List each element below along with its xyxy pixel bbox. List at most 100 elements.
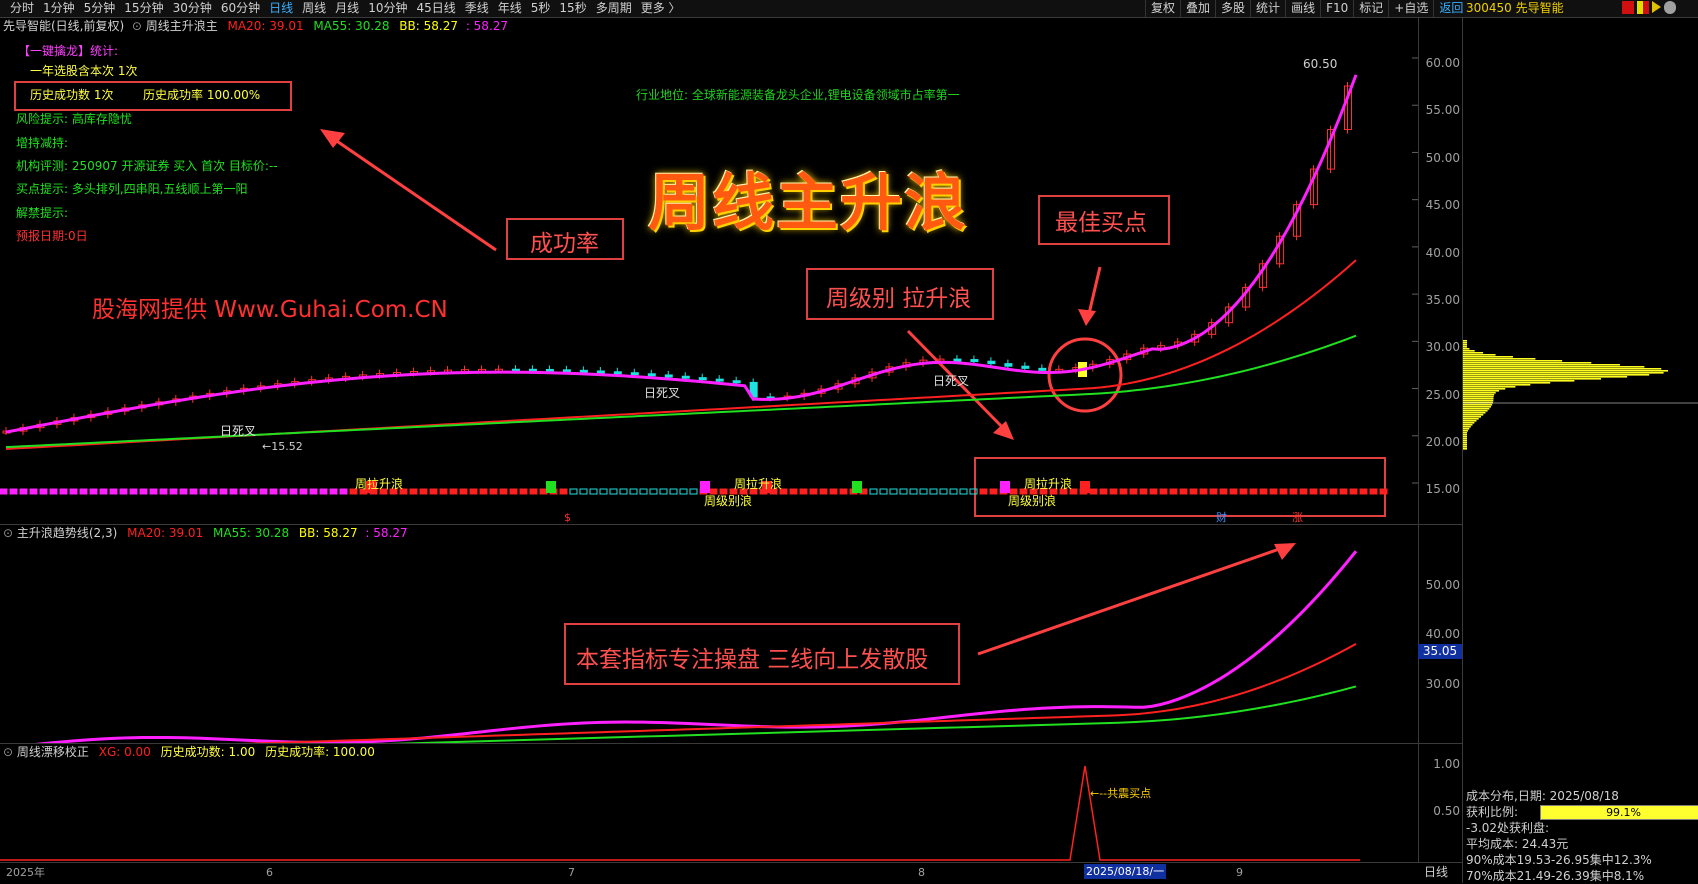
wave-dash <box>949 488 958 495</box>
period-tab[interactable]: 1分钟 <box>39 0 80 17</box>
period-tab[interactable]: 季线 <box>461 0 494 17</box>
collapse-icon[interactable]: ⊙ <box>128 19 146 33</box>
cost-bar <box>1463 386 1516 388</box>
period-tab[interactable]: 30分钟 <box>169 0 217 17</box>
candle <box>715 378 724 382</box>
wave-dash <box>259 488 268 495</box>
candle <box>698 377 707 381</box>
cost-bar <box>1463 432 1467 434</box>
cost-bar <box>1463 404 1493 406</box>
settings-icon[interactable] <box>1664 1 1676 14</box>
wave-dash <box>0 488 8 495</box>
collapse-icon[interactable]: ⊙ <box>3 526 17 540</box>
period-tab[interactable]: 更多 〉 <box>637 0 686 17</box>
flag-icon[interactable] <box>1637 1 1649 14</box>
wave-dash <box>209 488 218 495</box>
main-bb2: : 58.27 <box>465 19 509 33</box>
period-tab[interactable]: 月线 <box>331 0 364 17</box>
cost-bar <box>1463 378 1602 380</box>
wave-dash <box>1139 488 1148 495</box>
x-period[interactable]: 日线 <box>1424 865 1448 880</box>
candle <box>1021 365 1030 369</box>
period-tab[interactable]: 45日线 <box>412 0 460 17</box>
stock-code[interactable]: 300450 先导智能 <box>1466 0 1564 16</box>
period-tab[interactable]: 日线 <box>265 0 298 17</box>
wave-dash <box>1099 488 1108 495</box>
toolbar-button[interactable]: +自选 <box>1388 0 1433 17</box>
cost-bar <box>1463 446 1467 448</box>
toolbar-button[interactable]: 叠加 <box>1180 0 1215 17</box>
toolbar-button[interactable]: 返回 <box>1433 0 1468 17</box>
wave-dash <box>119 488 128 495</box>
period-tab[interactable]: 分时 <box>6 0 39 17</box>
wave-dash <box>679 488 688 495</box>
period-tab[interactable]: 10分钟 <box>364 0 412 17</box>
period-tab[interactable]: 年线 <box>494 0 527 17</box>
wave-dash <box>1339 488 1348 495</box>
signal-label: ←--共震买点 <box>1090 787 1152 800</box>
wave-dash <box>409 488 418 495</box>
wave-dash <box>649 488 658 495</box>
profit-value: 99.1% <box>1606 805 1642 819</box>
period-tab[interactable]: 15秒 <box>555 0 591 17</box>
main-y-tick: 20.00 <box>1425 435 1460 449</box>
toolbar-button[interactable]: 统计 <box>1250 0 1285 17</box>
cost-bar <box>1463 352 1484 354</box>
period-tab[interactable]: 5分钟 <box>80 0 121 17</box>
period-tab[interactable]: 15分钟 <box>120 0 168 17</box>
candle <box>647 373 656 377</box>
wave-dash <box>459 488 468 495</box>
mid-y-tick: 40.00 <box>1425 627 1460 641</box>
cost-bar <box>1463 394 1495 396</box>
signal-chart[interactable] <box>0 744 1418 862</box>
price-high-label: 60.50 <box>1303 57 1338 71</box>
cost-bar <box>1463 356 1513 358</box>
toolbar-button[interactable]: 多股 <box>1215 0 1250 17</box>
toolbar-button[interactable]: F10 <box>1320 0 1353 17</box>
wave-dash <box>29 488 38 495</box>
x-axis-line <box>0 862 1462 863</box>
profit-line: -3.02处获利盘: <box>1466 821 1550 835</box>
toolbar-button[interactable]: 标记 <box>1353 0 1388 17</box>
wave-label-3: 周拉升浪 <box>734 477 783 491</box>
red-square-icon[interactable] <box>1622 1 1634 14</box>
cursor-date: 2025/08/18/一 <box>1084 864 1167 879</box>
wave-dash <box>169 488 178 495</box>
period-tab[interactable]: 周线 <box>298 0 331 17</box>
wave-dash <box>59 488 68 495</box>
cost-bar <box>1463 406 1491 408</box>
toolbar-button[interactable]: 复权 <box>1145 0 1180 17</box>
cost-bar <box>1463 434 1467 436</box>
cost-bar <box>1463 436 1467 438</box>
play-icon[interactable] <box>1652 1 1661 13</box>
price-chart[interactable] <box>0 35 1418 525</box>
candle <box>545 368 554 372</box>
cost-90: 90%成本19.53-26.95集中12.3% <box>1466 853 1652 867</box>
wave-dash <box>1159 488 1168 495</box>
toolbar-button[interactable]: 画线 <box>1285 0 1320 17</box>
wave-dash <box>489 488 498 495</box>
wave-dash <box>499 488 508 495</box>
cost-bar <box>1463 380 1575 382</box>
period-tab[interactable]: 5秒 <box>527 0 556 17</box>
wave-dash <box>339 488 348 495</box>
period-tab[interactable]: 多周期 <box>592 0 637 17</box>
wave-block <box>546 481 556 493</box>
wave-dash <box>629 488 638 495</box>
cost-bar <box>1463 440 1467 442</box>
cost-bar <box>1463 418 1479 420</box>
wave-dash <box>129 488 138 495</box>
main-y-tick: 15.00 <box>1425 482 1460 496</box>
marker-finance: 财 <box>1216 511 1227 524</box>
trend-callout-text: 本套指标专注操盘 三线向上发散股 <box>576 647 929 673</box>
wave-dash <box>959 488 968 495</box>
mid-y-tick: 30.00 <box>1425 677 1460 691</box>
cost-bar <box>1463 342 1467 344</box>
period-tab[interactable]: 60分钟 <box>217 0 265 17</box>
wave-dash <box>939 488 948 495</box>
wave-dash <box>1169 488 1178 495</box>
wave-dash <box>619 488 628 495</box>
cost-info: 成本分布,日期: 2025/08/18 获利比例: 99.1% -3.02处获利… <box>1466 788 1698 884</box>
wave-dash <box>919 488 928 495</box>
candle <box>1004 363 1013 367</box>
